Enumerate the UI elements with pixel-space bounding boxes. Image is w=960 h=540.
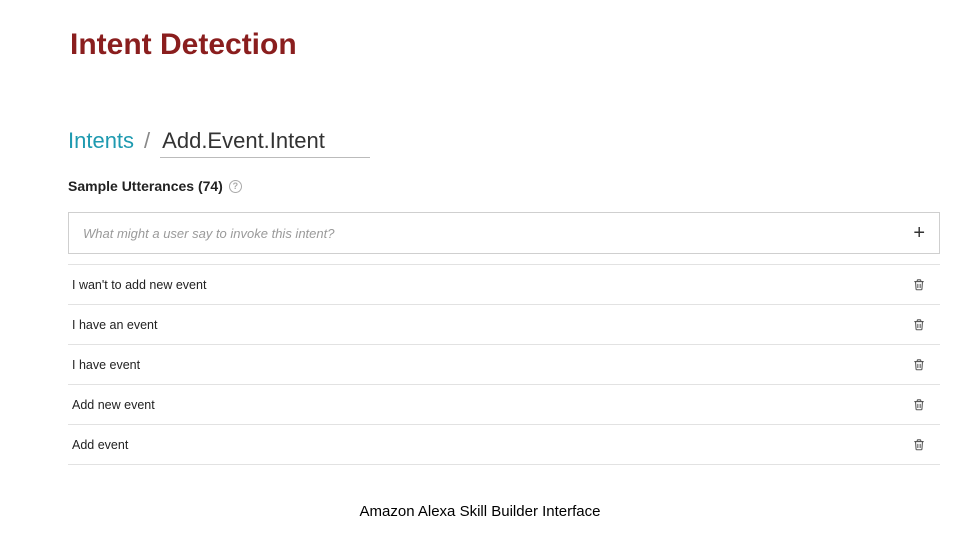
figure-caption: Amazon Alexa Skill Builder Interface — [0, 503, 960, 520]
utterance-text: Add new event — [72, 398, 155, 412]
list-item: Add new event — [68, 385, 940, 425]
list-item: Add event — [68, 425, 940, 465]
utterances-list: I wan't to add new event I have an event… — [68, 264, 940, 465]
list-item: I have an event — [68, 305, 940, 345]
breadcrumb: Intents / Add.Event.Intent — [68, 128, 940, 158]
trash-icon[interactable] — [912, 437, 926, 452]
add-utterance-button[interactable]: + — [901, 222, 925, 245]
intent-name-field[interactable]: Add.Event.Intent — [160, 128, 370, 158]
breadcrumb-root-link[interactable]: Intents — [68, 128, 134, 154]
list-item: I wan't to add new event — [68, 265, 940, 305]
skill-builder-panel: Intents / Add.Event.Intent Sample Uttera… — [68, 128, 940, 465]
help-icon[interactable]: ? — [229, 180, 242, 193]
trash-icon[interactable] — [912, 357, 926, 372]
list-item: I have event — [68, 345, 940, 385]
breadcrumb-separator: / — [144, 128, 150, 154]
sample-utterances-heading: Sample Utterances (74) ? — [68, 178, 940, 194]
page-title: Intent Detection — [70, 28, 297, 62]
trash-icon[interactable] — [912, 317, 926, 332]
utterance-text: I wan't to add new event — [72, 278, 206, 292]
utterance-text: I have event — [72, 358, 140, 372]
new-utterance-row: + — [68, 212, 940, 254]
trash-icon[interactable] — [912, 277, 926, 292]
new-utterance-input[interactable] — [83, 226, 901, 241]
utterance-text: I have an event — [72, 318, 157, 332]
trash-icon[interactable] — [912, 397, 926, 412]
sample-utterances-label: Sample Utterances (74) — [68, 178, 223, 194]
utterance-text: Add event — [72, 438, 128, 452]
